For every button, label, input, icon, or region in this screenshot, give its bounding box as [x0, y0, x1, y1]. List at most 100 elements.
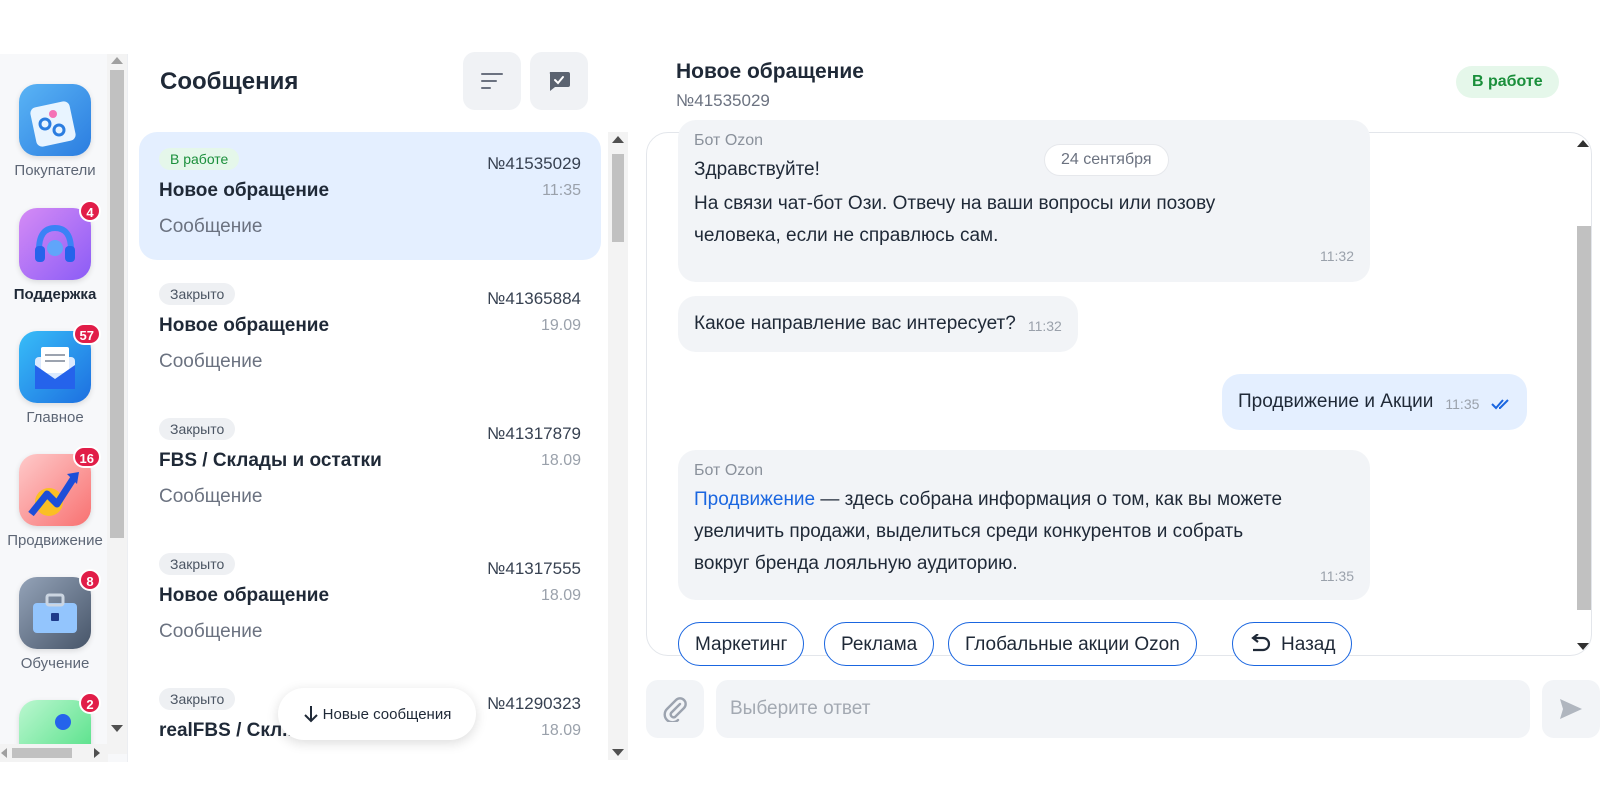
message-time: 11:35: [1445, 396, 1480, 412]
scroll-up-arrow-icon[interactable]: [612, 136, 624, 143]
send-button[interactable]: [1542, 680, 1600, 738]
list-item[interactable]: В работе №41535029 Новое обращение 11:35…: [139, 132, 601, 260]
ticket-time: 11:35: [542, 182, 581, 199]
scroll-thumb[interactable]: [12, 748, 72, 758]
app-window: Покупатели 4 Поддержка 57 Главное 16 Про…: [0, 0, 1612, 794]
page-title: Сообщения: [160, 68, 299, 95]
message-text: Какое направление вас интересует?: [694, 313, 1016, 334]
bot-message: Бот Ozon Продвижение — здесь собрана инф…: [678, 450, 1370, 600]
ticket-title: realFBS / Скл...: [159, 720, 299, 741]
new-chat-button[interactable]: [530, 52, 588, 110]
bot-message: Бот Ozon Здравствуйте! На связи чат-бот …: [678, 120, 1370, 282]
status-badge: Закрыто: [159, 553, 236, 575]
app-promotion[interactable]: 16 Продвижение: [0, 446, 110, 549]
rail-horizontal-scrollbar[interactable]: [0, 744, 108, 762]
growth-arrow-icon: 16: [19, 446, 101, 526]
message-text: Продвижение и Акции: [1238, 391, 1434, 412]
message-time: 11:35: [1320, 568, 1354, 584]
paperclip-icon: [663, 697, 687, 722]
scroll-down-arrow-icon[interactable]: [111, 725, 123, 732]
ticket-time: 18.09: [540, 452, 581, 469]
filter-icon: [481, 73, 503, 89]
quick-reply-back[interactable]: Назад: [1232, 622, 1353, 666]
notification-badge: 57: [72, 323, 101, 345]
ticket-number: №41535029: [487, 154, 581, 173]
list-scrollbar[interactable]: [608, 132, 628, 760]
ticket-number: №41317879: [487, 424, 581, 443]
message-time: 11:32: [1027, 318, 1062, 334]
app-label: Главное: [26, 409, 84, 426]
message-text: человека, если не справлюсь сам.: [694, 225, 999, 246]
quick-reply-advertising[interactable]: Реклама: [824, 622, 935, 666]
chat-title: Новое обращение: [676, 60, 864, 83]
ticket-preview: Сообщение: [159, 486, 263, 507]
arrow-down-icon: [303, 706, 318, 723]
notification-badge: 16: [72, 446, 101, 468]
briefcase-icon: 8: [19, 569, 101, 649]
app-customers[interactable]: Покупатели: [0, 84, 110, 179]
scroll-thumb[interactable]: [110, 70, 124, 538]
app-support[interactable]: 4 Поддержка: [0, 200, 110, 303]
app-main[interactable]: 57 Главное: [0, 323, 110, 426]
new-messages-label: Новые сообщения: [322, 705, 452, 723]
message-text: На связи чат-бот Ози. Отвечу на ваши воп…: [694, 193, 1216, 214]
message-sender: Бот Ozon: [694, 132, 764, 149]
ticket-preview: Сообщение: [159, 216, 263, 237]
filter-button[interactable]: [463, 52, 521, 110]
ticket-time: 18.09: [540, 587, 581, 604]
status-badge: Закрыто: [159, 418, 236, 440]
ticket-time: 18.09: [540, 722, 581, 739]
ticket-number: №41365884: [487, 289, 581, 308]
user-message: Продвижение и Акции 11:35: [1222, 374, 1528, 430]
chat-check-icon: [549, 72, 570, 91]
app-learning[interactable]: 8 Обучение: [0, 569, 110, 672]
reply-input[interactable]: [716, 680, 1530, 738]
notification-badge: 8: [79, 569, 101, 591]
scroll-up-arrow-icon[interactable]: [1577, 140, 1589, 147]
quick-reply-label: Реклама: [841, 633, 918, 655]
quick-reply-label: Маркетинг: [695, 633, 788, 655]
scroll-thumb[interactable]: [612, 154, 624, 242]
date-separator: 24 сентября: [1044, 144, 1169, 176]
scroll-up-arrow-icon[interactable]: [111, 57, 123, 64]
chat-scrollbar[interactable]: [1574, 134, 1592, 654]
app-label: Покупатели: [14, 162, 96, 179]
customers-icon: [19, 84, 91, 156]
message-text: Здравствуйте!: [694, 159, 820, 180]
notification-badge: 4: [79, 200, 101, 222]
message-text: вокруг бренда лояльную аудиторию.: [694, 553, 1018, 574]
rail-scrollbar[interactable]: [107, 54, 127, 754]
message-sender: Бот Ozon: [694, 462, 764, 479]
scroll-right-arrow-icon[interactable]: [94, 748, 100, 758]
ticket-preview: Сообщение: [159, 351, 263, 372]
double-check-icon: [1491, 399, 1510, 410]
message-time: 11:32: [1320, 248, 1354, 264]
quick-reply-label: Глобальные акции Ozon: [965, 633, 1180, 655]
quick-reply-marketing[interactable]: Маркетинг: [678, 622, 805, 666]
list-item[interactable]: Закрыто №41365884 Новое обращение 19.09 …: [139, 267, 601, 395]
status-badge: В работе: [1456, 66, 1559, 98]
scroll-down-arrow-icon[interactable]: [612, 749, 624, 756]
status-badge: Закрыто: [159, 688, 236, 710]
ticket-title: Новое обращение: [159, 585, 330, 606]
app-label: Обучение: [20, 655, 90, 672]
scroll-thumb[interactable]: [1577, 226, 1591, 610]
ticket-number: №41290323: [487, 694, 581, 713]
message-text: Продвижение — здесь собрана информация о…: [694, 484, 1354, 516]
back-arrow-icon: [1251, 634, 1271, 652]
promotion-link[interactable]: Продвижение: [694, 489, 815, 510]
list-item[interactable]: Закрыто №41317555 Новое обращение 18.09 …: [139, 537, 601, 665]
new-messages-button[interactable]: Новые сообщения: [278, 688, 476, 740]
quick-reply-label: Назад: [1281, 633, 1336, 655]
attach-button[interactable]: [646, 680, 704, 738]
envelope-icon: 57: [19, 323, 101, 403]
status-badge: Закрыто: [159, 283, 236, 305]
status-badge: В работе: [159, 148, 240, 170]
scroll-left-arrow-icon[interactable]: [1, 748, 7, 758]
list-item[interactable]: Закрыто №41317879 FBS / Склады и остатки…: [139, 402, 601, 530]
ticket-title: Новое обращение: [159, 315, 330, 336]
scroll-down-arrow-icon[interactable]: [1577, 643, 1589, 650]
message-text-rest: — здесь собрана информация о том, как вы…: [815, 489, 1283, 510]
bot-message: Какое направление вас интересует? 11:32: [678, 296, 1078, 352]
quick-reply-global-promotions[interactable]: Глобальные акции Ozon: [948, 622, 1197, 666]
